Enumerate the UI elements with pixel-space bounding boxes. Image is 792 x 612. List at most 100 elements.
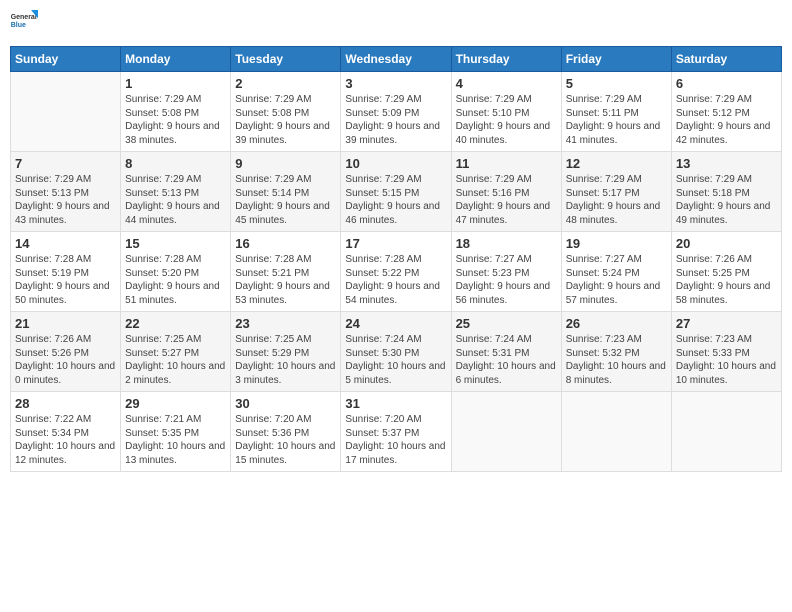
day-info: Sunrise: 7:28 AMSunset: 5:19 PMDaylight:… bbox=[15, 253, 116, 307]
day-number: 19 bbox=[566, 236, 667, 251]
calendar-cell: 12 Sunrise: 7:29 AMSunset: 5:17 PMDaylig… bbox=[561, 152, 671, 232]
svg-text:Blue: Blue bbox=[11, 22, 26, 29]
calendar-cell bbox=[671, 392, 781, 472]
day-number: 4 bbox=[456, 76, 557, 91]
calendar-cell: 29 Sunrise: 7:21 AMSunset: 5:35 PMDaylig… bbox=[121, 392, 231, 472]
day-info: Sunrise: 7:29 AMSunset: 5:13 PMDaylight:… bbox=[125, 173, 226, 227]
svg-text:General: General bbox=[11, 14, 37, 21]
calendar-cell: 23 Sunrise: 7:25 AMSunset: 5:29 PMDaylig… bbox=[231, 312, 341, 392]
day-number: 25 bbox=[456, 316, 557, 331]
day-info: Sunrise: 7:28 AMSunset: 5:22 PMDaylight:… bbox=[345, 253, 446, 307]
day-info: Sunrise: 7:24 AMSunset: 5:31 PMDaylight:… bbox=[456, 333, 557, 387]
day-number: 22 bbox=[125, 316, 226, 331]
calendar-cell: 5 Sunrise: 7:29 AMSunset: 5:11 PMDayligh… bbox=[561, 72, 671, 152]
calendar-cell: 22 Sunrise: 7:25 AMSunset: 5:27 PMDaylig… bbox=[121, 312, 231, 392]
weekday-header-thursday: Thursday bbox=[451, 47, 561, 72]
week-row-1: 1 Sunrise: 7:29 AMSunset: 5:08 PMDayligh… bbox=[11, 72, 782, 152]
calendar-cell: 3 Sunrise: 7:29 AMSunset: 5:09 PMDayligh… bbox=[341, 72, 451, 152]
calendar-cell: 26 Sunrise: 7:23 AMSunset: 5:32 PMDaylig… bbox=[561, 312, 671, 392]
calendar-cell: 8 Sunrise: 7:29 AMSunset: 5:13 PMDayligh… bbox=[121, 152, 231, 232]
day-info: Sunrise: 7:22 AMSunset: 5:34 PMDaylight:… bbox=[15, 413, 116, 467]
calendar-cell: 20 Sunrise: 7:26 AMSunset: 5:25 PMDaylig… bbox=[671, 232, 781, 312]
day-info: Sunrise: 7:26 AMSunset: 5:26 PMDaylight:… bbox=[15, 333, 116, 387]
weekday-header-sunday: Sunday bbox=[11, 47, 121, 72]
calendar-cell bbox=[11, 72, 121, 152]
day-number: 16 bbox=[235, 236, 336, 251]
day-number: 14 bbox=[15, 236, 116, 251]
day-number: 1 bbox=[125, 76, 226, 91]
calendar-cell: 21 Sunrise: 7:26 AMSunset: 5:26 PMDaylig… bbox=[11, 312, 121, 392]
day-number: 26 bbox=[566, 316, 667, 331]
day-info: Sunrise: 7:29 AMSunset: 5:11 PMDaylight:… bbox=[566, 93, 667, 147]
day-info: Sunrise: 7:27 AMSunset: 5:24 PMDaylight:… bbox=[566, 253, 667, 307]
calendar-table: SundayMondayTuesdayWednesdayThursdayFrid… bbox=[10, 46, 782, 472]
day-info: Sunrise: 7:29 AMSunset: 5:10 PMDaylight:… bbox=[456, 93, 557, 147]
day-number: 11 bbox=[456, 156, 557, 171]
day-number: 13 bbox=[676, 156, 777, 171]
day-number: 29 bbox=[125, 396, 226, 411]
weekday-header-monday: Monday bbox=[121, 47, 231, 72]
calendar-cell: 27 Sunrise: 7:23 AMSunset: 5:33 PMDaylig… bbox=[671, 312, 781, 392]
day-number: 24 bbox=[345, 316, 446, 331]
calendar-cell: 11 Sunrise: 7:29 AMSunset: 5:16 PMDaylig… bbox=[451, 152, 561, 232]
day-number: 21 bbox=[15, 316, 116, 331]
calendar-cell: 18 Sunrise: 7:27 AMSunset: 5:23 PMDaylig… bbox=[451, 232, 561, 312]
day-info: Sunrise: 7:29 AMSunset: 5:15 PMDaylight:… bbox=[345, 173, 446, 227]
week-row-3: 14 Sunrise: 7:28 AMSunset: 5:19 PMDaylig… bbox=[11, 232, 782, 312]
weekday-header-tuesday: Tuesday bbox=[231, 47, 341, 72]
day-info: Sunrise: 7:25 AMSunset: 5:27 PMDaylight:… bbox=[125, 333, 226, 387]
calendar-cell: 1 Sunrise: 7:29 AMSunset: 5:08 PMDayligh… bbox=[121, 72, 231, 152]
week-row-4: 21 Sunrise: 7:26 AMSunset: 5:26 PMDaylig… bbox=[11, 312, 782, 392]
day-info: Sunrise: 7:29 AMSunset: 5:18 PMDaylight:… bbox=[676, 173, 777, 227]
day-info: Sunrise: 7:29 AMSunset: 5:14 PMDaylight:… bbox=[235, 173, 336, 227]
calendar-cell: 25 Sunrise: 7:24 AMSunset: 5:31 PMDaylig… bbox=[451, 312, 561, 392]
day-number: 6 bbox=[676, 76, 777, 91]
day-number: 30 bbox=[235, 396, 336, 411]
day-info: Sunrise: 7:20 AMSunset: 5:36 PMDaylight:… bbox=[235, 413, 336, 467]
calendar-cell: 10 Sunrise: 7:29 AMSunset: 5:15 PMDaylig… bbox=[341, 152, 451, 232]
day-info: Sunrise: 7:29 AMSunset: 5:12 PMDaylight:… bbox=[676, 93, 777, 147]
day-number: 23 bbox=[235, 316, 336, 331]
calendar-cell bbox=[451, 392, 561, 472]
day-info: Sunrise: 7:26 AMSunset: 5:25 PMDaylight:… bbox=[676, 253, 777, 307]
day-number: 10 bbox=[345, 156, 446, 171]
weekday-header-row: SundayMondayTuesdayWednesdayThursdayFrid… bbox=[11, 47, 782, 72]
day-info: Sunrise: 7:20 AMSunset: 5:37 PMDaylight:… bbox=[345, 413, 446, 467]
day-info: Sunrise: 7:23 AMSunset: 5:32 PMDaylight:… bbox=[566, 333, 667, 387]
calendar-cell: 9 Sunrise: 7:29 AMSunset: 5:14 PMDayligh… bbox=[231, 152, 341, 232]
calendar-cell: 6 Sunrise: 7:29 AMSunset: 5:12 PMDayligh… bbox=[671, 72, 781, 152]
calendar-cell: 15 Sunrise: 7:28 AMSunset: 5:20 PMDaylig… bbox=[121, 232, 231, 312]
calendar-cell: 31 Sunrise: 7:20 AMSunset: 5:37 PMDaylig… bbox=[341, 392, 451, 472]
weekday-header-saturday: Saturday bbox=[671, 47, 781, 72]
calendar-cell: 14 Sunrise: 7:28 AMSunset: 5:19 PMDaylig… bbox=[11, 232, 121, 312]
day-info: Sunrise: 7:28 AMSunset: 5:20 PMDaylight:… bbox=[125, 253, 226, 307]
calendar-cell: 19 Sunrise: 7:27 AMSunset: 5:24 PMDaylig… bbox=[561, 232, 671, 312]
week-row-2: 7 Sunrise: 7:29 AMSunset: 5:13 PMDayligh… bbox=[11, 152, 782, 232]
day-number: 5 bbox=[566, 76, 667, 91]
day-number: 20 bbox=[676, 236, 777, 251]
calendar-cell: 16 Sunrise: 7:28 AMSunset: 5:21 PMDaylig… bbox=[231, 232, 341, 312]
week-row-5: 28 Sunrise: 7:22 AMSunset: 5:34 PMDaylig… bbox=[11, 392, 782, 472]
day-info: Sunrise: 7:23 AMSunset: 5:33 PMDaylight:… bbox=[676, 333, 777, 387]
day-info: Sunrise: 7:24 AMSunset: 5:30 PMDaylight:… bbox=[345, 333, 446, 387]
logo: General Blue bbox=[10, 10, 38, 38]
day-number: 9 bbox=[235, 156, 336, 171]
day-number: 27 bbox=[676, 316, 777, 331]
page-header: General Blue bbox=[10, 10, 782, 38]
calendar-cell: 7 Sunrise: 7:29 AMSunset: 5:13 PMDayligh… bbox=[11, 152, 121, 232]
day-number: 17 bbox=[345, 236, 446, 251]
day-info: Sunrise: 7:27 AMSunset: 5:23 PMDaylight:… bbox=[456, 253, 557, 307]
weekday-header-wednesday: Wednesday bbox=[341, 47, 451, 72]
day-info: Sunrise: 7:28 AMSunset: 5:21 PMDaylight:… bbox=[235, 253, 336, 307]
day-info: Sunrise: 7:29 AMSunset: 5:16 PMDaylight:… bbox=[456, 173, 557, 227]
day-info: Sunrise: 7:29 AMSunset: 5:17 PMDaylight:… bbox=[566, 173, 667, 227]
day-info: Sunrise: 7:21 AMSunset: 5:35 PMDaylight:… bbox=[125, 413, 226, 467]
calendar-cell: 2 Sunrise: 7:29 AMSunset: 5:08 PMDayligh… bbox=[231, 72, 341, 152]
logo-icon: General Blue bbox=[10, 10, 38, 38]
day-number: 12 bbox=[566, 156, 667, 171]
day-number: 8 bbox=[125, 156, 226, 171]
calendar-cell: 28 Sunrise: 7:22 AMSunset: 5:34 PMDaylig… bbox=[11, 392, 121, 472]
day-number: 15 bbox=[125, 236, 226, 251]
day-info: Sunrise: 7:29 AMSunset: 5:08 PMDaylight:… bbox=[125, 93, 226, 147]
calendar-cell bbox=[561, 392, 671, 472]
